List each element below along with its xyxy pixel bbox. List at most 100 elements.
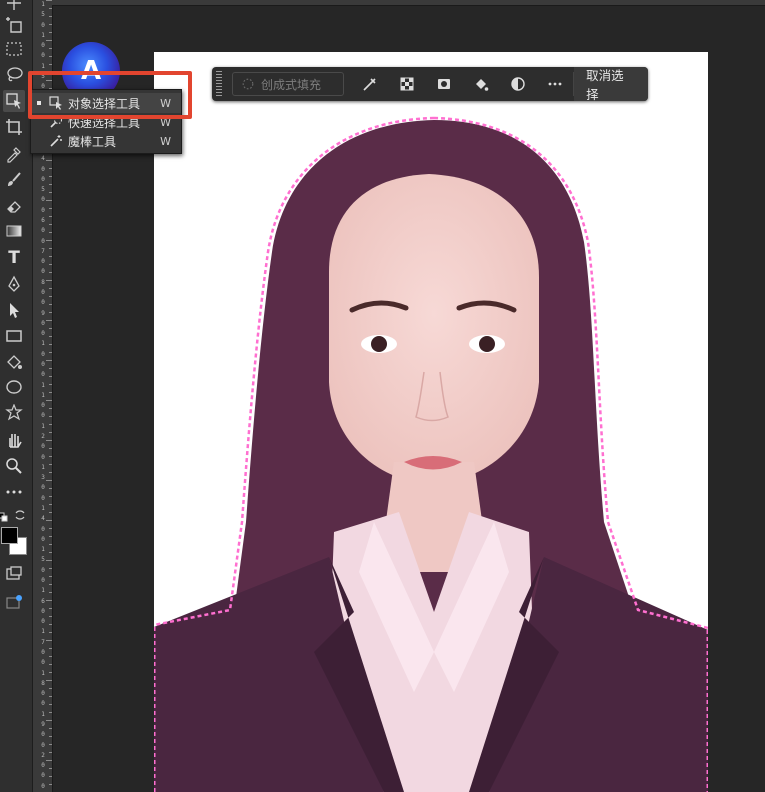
- ruler-tick: [49, 472, 52, 473]
- ruler-label: 0: [41, 289, 45, 296]
- ruler-label: 0: [41, 577, 45, 584]
- gradient-tool[interactable]: [3, 220, 25, 242]
- select-subject-button[interactable]: [352, 69, 389, 99]
- ruler-label: 4: [41, 515, 45, 523]
- default-colors-icon[interactable]: [0, 507, 8, 522]
- document-canvas[interactable]: [154, 52, 708, 792]
- zoom-tool[interactable]: [3, 455, 25, 477]
- generative-fill-button[interactable]: 创成式填充: [231, 72, 344, 96]
- drag-handle[interactable]: [216, 71, 222, 97]
- lasso-tool[interactable]: [3, 64, 25, 86]
- eraser-tool[interactable]: [3, 195, 25, 217]
- ruler-tick: [49, 744, 52, 745]
- ruler-tick: [49, 632, 52, 633]
- flyout-item-quick-selection[interactable]: 快速选择工具 W: [31, 112, 181, 132]
- ruler-label: 0: [41, 412, 45, 420]
- selection-tools-flyout: 对象选择工具 W 快速选择工具 W 魔棒工具 W: [30, 89, 182, 154]
- ruler-tick: [49, 752, 52, 753]
- ruler-label: 2: [41, 751, 45, 759]
- ruler-label: 1: [41, 340, 45, 348]
- ruler-label: 9: [41, 721, 45, 728]
- ruler-tick: [46, 760, 52, 761]
- ruler-tick: [49, 464, 52, 465]
- ruler-tick: [49, 296, 52, 297]
- ruler-label: 0: [41, 258, 45, 266]
- ruler-label: 9: [41, 309, 45, 317]
- ruler-label: 1: [41, 505, 45, 512]
- checker-mask-button[interactable]: [389, 69, 426, 99]
- ruler-tick: [49, 384, 52, 385]
- foreground-color-swatch[interactable]: [1, 527, 18, 544]
- flyout-item-shortcut: W: [160, 96, 171, 110]
- move-tool[interactable]: [3, 0, 25, 14]
- screen-mode-icon: [6, 595, 22, 609]
- ruler-tick: [49, 208, 52, 209]
- object-selection-tool[interactable]: [3, 90, 25, 112]
- ruler-tick: [49, 216, 52, 217]
- eyedropper-tool[interactable]: [3, 143, 25, 165]
- paint-bucket-tool[interactable]: [3, 351, 25, 373]
- ruler-label: 0: [41, 299, 45, 307]
- ruler-tick: [49, 424, 52, 425]
- brush-tool[interactable]: [3, 169, 25, 191]
- rectangle-tool[interactable]: [3, 325, 25, 347]
- ruler-label: 0: [41, 782, 45, 790]
- ruler-tick: [49, 352, 52, 353]
- ruler-label: 0: [41, 690, 45, 698]
- ruler-tick: [46, 360, 52, 361]
- screen-mode-tool[interactable]: [3, 591, 25, 613]
- checker-mask-icon: [400, 77, 414, 91]
- ruler-label: 0: [41, 21, 45, 29]
- ruler-tick: [49, 32, 52, 33]
- paint-bucket-icon: [7, 355, 22, 369]
- more-tools[interactable]: [3, 481, 25, 503]
- ruler-tick: [46, 40, 52, 41]
- ruler-tick: [49, 432, 52, 433]
- ruler-label: 1: [41, 391, 45, 399]
- ellipse-icon: [6, 380, 22, 394]
- swap-colors-icon[interactable]: [14, 506, 26, 520]
- ruler-label: 0: [41, 535, 45, 543]
- deselect-button[interactable]: 取消选择: [574, 67, 649, 102]
- crop-tool[interactable]: [3, 116, 25, 138]
- pen-tool[interactable]: [3, 273, 25, 295]
- ruler-tick: [46, 560, 52, 561]
- ellipse-tool[interactable]: [3, 376, 25, 398]
- artboard-tool[interactable]: [3, 14, 25, 36]
- select-subject-icon: [363, 78, 376, 91]
- ruler-label: 1: [41, 422, 45, 430]
- quick-mask-tool[interactable]: [3, 563, 25, 585]
- artboard-icon: [6, 17, 22, 33]
- ruler-tick: [49, 736, 52, 737]
- ruler-tick: [46, 160, 52, 161]
- ruler-tick: [49, 272, 52, 273]
- fill-button[interactable]: [462, 69, 499, 99]
- puppet-warp-tool[interactable]: [3, 402, 25, 424]
- ruler-label: 0: [41, 206, 45, 214]
- ruler-label: 0: [41, 453, 45, 461]
- ruler-tick: [46, 400, 52, 401]
- ruler-tick: [49, 168, 52, 169]
- path-selection-tool[interactable]: [3, 299, 25, 321]
- ruler-tick: [49, 784, 52, 785]
- tool-panel: T: [0, 0, 33, 792]
- ruler-label: 0: [41, 659, 45, 667]
- ruler-label: 0: [41, 350, 45, 358]
- more-options-button[interactable]: [536, 69, 573, 99]
- flyout-item-magic-wand[interactable]: 魔棒工具 W: [31, 131, 181, 151]
- hand-tool[interactable]: [3, 429, 25, 451]
- adjust-button[interactable]: [499, 69, 536, 99]
- ruler-tick: [46, 680, 52, 681]
- mask-button[interactable]: [426, 69, 463, 99]
- ruler-label: 0: [41, 402, 45, 410]
- ruler-label: 0: [41, 649, 45, 656]
- ruler-tick: [49, 488, 52, 489]
- ruler-label: 6: [41, 217, 45, 224]
- ruler-label: 0: [41, 618, 45, 626]
- marquee-tool[interactable]: [3, 38, 25, 60]
- ruler-label: 0: [41, 525, 45, 533]
- ruler-label: 0: [41, 566, 45, 574]
- flyout-item-object-selection[interactable]: 对象选择工具 W: [31, 93, 181, 113]
- type-tool[interactable]: T: [3, 247, 25, 269]
- ruler-label: 1: [41, 628, 45, 636]
